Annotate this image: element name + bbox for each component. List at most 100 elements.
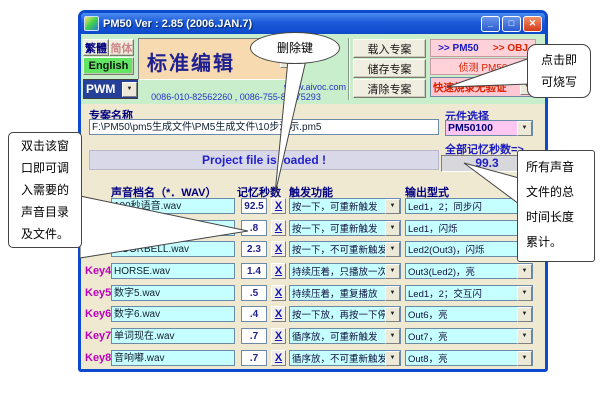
maximize-button[interactable]: □ <box>502 16 521 32</box>
memory-seconds-field[interactable]: 2.3 <box>241 241 267 257</box>
wav-filename-field[interactable]: 音响嘟.wav <box>111 350 235 366</box>
english-button[interactable]: English <box>83 57 134 75</box>
output-select[interactable]: Led1，闪烁▼ <box>405 220 533 236</box>
chevron-down-icon[interactable]: ▼ <box>385 351 400 366</box>
output-select[interactable]: Led1，2；交互闪▼ <box>405 285 533 301</box>
table-row: Key2 .8 X 按一下，可重新触发▼ Led1，闪烁▼ <box>81 220 551 236</box>
trigger-value: 按一下，不可重新触发 <box>290 242 385 256</box>
callout-click-to-burn: 点击即 可烧写 <box>527 44 591 98</box>
wav-filename-field[interactable] <box>111 220 235 236</box>
burn-mode-select[interactable]: 快速烧录无验证 ▼ <box>430 77 536 97</box>
detect-pm50-button[interactable]: 侦测 PM50 <box>430 58 536 75</box>
trigger-value: 循序放，不可重新触发 <box>290 351 385 365</box>
project-path-field[interactable]: F:\PM50\pm5生成文件\PM5生成文件\10步演示.pm5 <box>89 119 439 135</box>
delete-button[interactable]: X <box>271 285 286 301</box>
save-project-button[interactable]: 储存专案 <box>353 59 426 78</box>
memory-seconds-field[interactable]: .5 <box>241 285 267 301</box>
output-select[interactable]: Out7，亮▼ <box>405 328 533 344</box>
output-select[interactable]: Out3(Led2)，亮▼ <box>405 263 533 279</box>
output-select[interactable]: Led1，2；同步闪▼ <box>405 198 533 214</box>
table-row: Key5 数字5.wav .5 X 持续压着，重复播放▼ Led1，2；交互闪▼ <box>81 285 551 301</box>
wav-filename-field[interactable]: HORSE.wav <box>111 263 235 279</box>
table-row: Key3 DOORBELL.wav 2.3 X 按一下，不可重新触发▼ Led2… <box>81 241 551 257</box>
minimize-button[interactable]: _ <box>481 16 500 32</box>
key-label: Key5 <box>85 287 111 299</box>
delete-button[interactable]: X <box>271 220 286 236</box>
trigger-value: 持续压着，只播放一次 <box>290 264 385 278</box>
trigger-select[interactable]: 按一下，可重新触发▼ <box>289 198 401 214</box>
output-select[interactable]: Led2(Out3)，闪烁▼ <box>405 241 533 257</box>
load-project-button[interactable]: 载入专案 <box>353 39 426 58</box>
device-select[interactable]: PM50100 ▼ <box>445 120 533 136</box>
chevron-down-icon[interactable]: ▼ <box>385 264 400 279</box>
table-row: Key7 单词现在.wav .7 X 循序放，可重新触发▼ Out7，亮▼ <box>81 328 551 344</box>
title-bar[interactable]: PM50 Ver : 2.85 (2006.JAN.7) _ □ ✕ <box>81 13 545 34</box>
trigger-select[interactable]: 按一下放，再按一下停▼ <box>289 306 401 322</box>
device-value: PM50100 <box>446 122 517 134</box>
output-value: Led1，2；交互闪 <box>406 286 517 300</box>
delete-button[interactable]: X <box>271 328 286 344</box>
chevron-down-icon[interactable]: ▼ <box>385 199 400 214</box>
header-divider <box>348 38 350 100</box>
memory-seconds-field[interactable]: .7 <box>241 328 267 344</box>
close-button[interactable]: ✕ <box>523 16 542 32</box>
trigger-select[interactable]: 按一下，可重新触发▼ <box>289 220 401 236</box>
chevron-down-icon[interactable]: ▼ <box>517 264 532 279</box>
memory-seconds-field[interactable]: 1.4 <box>241 263 267 279</box>
website-link[interactable]: www.aivoc.com <box>138 82 346 92</box>
output-value: Led2(Out3)，闪烁 <box>406 242 517 256</box>
output-select[interactable]: Out8，亮▼ <box>405 350 533 366</box>
wav-filename-field[interactable]: 数字5.wav <box>111 285 235 301</box>
chevron-down-icon[interactable]: ▼ <box>385 307 400 322</box>
delete-button[interactable]: X <box>271 263 286 279</box>
status-bar: Project file is loaded ! <box>89 150 439 170</box>
output-value: Out6，亮 <box>406 307 517 321</box>
pm50-window: PM50 Ver : 2.85 (2006.JAN.7) _ □ ✕ 繁體 简体… <box>78 10 548 372</box>
memory-seconds-field[interactable]: .4 <box>241 306 267 322</box>
chevron-down-icon[interactable]: ▼ <box>517 307 532 322</box>
burn-mode-value: 快速烧录无验证 <box>431 80 520 95</box>
delete-button[interactable]: X <box>271 241 286 257</box>
delete-button[interactable]: X <box>271 198 286 214</box>
window-body: 繁體 简体 English PWM ▼ 标准编辑 ▼ www.aivoc.com… <box>81 34 545 369</box>
trigger-select[interactable]: 持续压着，只播放一次▼ <box>289 263 401 279</box>
chevron-down-icon[interactable]: ▼ <box>385 286 400 301</box>
chevron-down-icon[interactable]: ▼ <box>385 329 400 344</box>
chevron-down-icon[interactable]: ▼ <box>385 221 400 236</box>
memory-seconds-field[interactable]: .7 <box>241 350 267 366</box>
delete-button[interactable]: X <box>271 350 286 366</box>
chevron-down-icon[interactable]: ▼ <box>385 242 400 257</box>
clear-project-button[interactable]: 清除专案 <box>353 79 426 98</box>
chevron-down-icon[interactable]: ▼ <box>517 351 532 366</box>
wav-filename-field[interactable]: 100秒语音.wav <box>111 198 235 214</box>
trigger-select[interactable]: 循序放，不可重新触发▼ <box>289 350 401 366</box>
chevron-down-icon[interactable]: ▼ <box>517 329 532 344</box>
delete-button[interactable]: X <box>271 306 286 322</box>
traditional-chinese-button[interactable]: 繁體 <box>83 39 109 56</box>
output-value: Out7，亮 <box>406 329 517 343</box>
to-pm50-button[interactable]: >> PM50 <box>438 43 479 54</box>
memory-seconds-field[interactable]: .8 <box>241 220 267 236</box>
output-value: Led1，闪烁 <box>406 221 517 235</box>
wav-filename-field[interactable]: 数字6.wav <box>111 306 235 322</box>
trigger-select[interactable]: 持续压着，重复播放▼ <box>289 285 401 301</box>
pwm-value: PWM <box>84 82 122 96</box>
window-controls: _ □ ✕ <box>481 16 542 32</box>
trigger-value: 按一下，可重新触发 <box>290 199 385 213</box>
wav-filename-field[interactable]: 单词现在.wav <box>111 328 235 344</box>
to-obj-button[interactable]: >> OBJ <box>493 43 528 54</box>
key-label: Key4 <box>85 265 111 277</box>
trigger-value: 按一下放，再按一下停 <box>290 307 385 321</box>
table-row: Key8 音响嘟.wav .7 X 循序放，不可重新触发▼ Out8，亮▼ <box>81 350 551 366</box>
export-panel: >> PM50 >> OBJ <box>430 39 536 57</box>
output-select[interactable]: Out6，亮▼ <box>405 306 533 322</box>
wav-filename-field[interactable]: DOORBELL.wav <box>111 241 235 257</box>
output-value: Led1，2；同步闪 <box>406 199 517 213</box>
key-label: Key6 <box>85 308 111 320</box>
trigger-select[interactable]: 循序放，可重新触发▼ <box>289 328 401 344</box>
simplified-chinese-button[interactable]: 简体 <box>109 39 134 56</box>
memory-seconds-field[interactable]: 92.5 <box>241 198 267 214</box>
chevron-down-icon[interactable]: ▼ <box>517 121 532 136</box>
trigger-select[interactable]: 按一下，不可重新触发▼ <box>289 241 401 257</box>
chevron-down-icon[interactable]: ▼ <box>517 286 532 301</box>
